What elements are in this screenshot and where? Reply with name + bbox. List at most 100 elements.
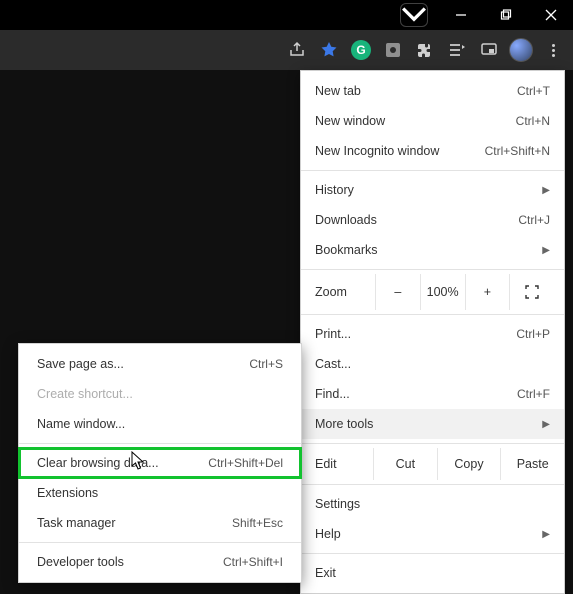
tab-dropdown-button[interactable] (400, 3, 428, 27)
menu-label: Cast... (315, 357, 550, 371)
zoom-label: Zoom (315, 285, 375, 299)
chevron-right-icon: ▶ (540, 245, 550, 256)
menu-label: History (315, 183, 532, 197)
chevron-down-icon (401, 2, 427, 28)
menu-separator (301, 170, 564, 171)
menu-label: Print... (315, 327, 516, 341)
menu-cast[interactable]: Cast... (301, 349, 564, 379)
submenu-label: Clear browsing data... (37, 456, 208, 470)
submenu-label: Create shortcut... (37, 387, 283, 401)
menu-new-window[interactable]: New window Ctrl+N (301, 106, 564, 136)
submenu-developer-tools[interactable]: Developer tools Ctrl+Shift+I (19, 547, 301, 577)
close-icon (545, 9, 557, 21)
share-icon[interactable] (283, 36, 311, 64)
chevron-right-icon: ▶ (540, 529, 550, 540)
menu-shortcut: Ctrl+Shift+N (485, 144, 550, 158)
submenu-label: Extensions (37, 486, 283, 500)
submenu-clear-browsing-data[interactable]: Clear browsing data... Ctrl+Shift+Del (19, 448, 301, 478)
extensions-puzzle-icon[interactable] (411, 36, 439, 64)
submenu-shortcut: Ctrl+Shift+Del (208, 456, 283, 470)
bookmark-star-icon[interactable] (315, 36, 343, 64)
reading-list-icon[interactable] (443, 36, 471, 64)
maximize-button[interactable] (483, 0, 528, 30)
menu-new-incognito[interactable]: New Incognito window Ctrl+Shift+N (301, 136, 564, 166)
maximize-icon (500, 9, 512, 21)
browser-toolbar: G (0, 30, 573, 70)
menu-kebab-icon[interactable] (539, 36, 567, 64)
grammarly-icon[interactable]: G (347, 36, 375, 64)
edit-label: Edit (301, 448, 373, 480)
submenu-label: Save page as... (37, 357, 249, 371)
plus-text: + (484, 285, 491, 299)
menu-shortcut: Ctrl+F (517, 387, 550, 401)
menu-separator (301, 314, 564, 315)
submenu-save-page[interactable]: Save page as... Ctrl+S (19, 349, 301, 379)
menu-shortcut: Ctrl+P (516, 327, 550, 341)
menu-downloads[interactable]: Downloads Ctrl+J (301, 205, 564, 235)
menu-separator (19, 542, 301, 543)
fullscreen-icon (525, 285, 539, 299)
menu-new-tab[interactable]: New tab Ctrl+T (301, 76, 564, 106)
submenu-label: Task manager (37, 516, 232, 530)
menu-label: Settings (315, 497, 550, 511)
menu-edit-row: Edit Cut Copy Paste (301, 448, 564, 480)
menu-shortcut: Ctrl+N (516, 114, 550, 128)
menu-label: New Incognito window (315, 144, 485, 158)
submenu-extensions[interactable]: Extensions (19, 478, 301, 508)
zoom-out-button[interactable]: – (375, 274, 420, 310)
menu-shortcut: Ctrl+J (518, 213, 550, 227)
menu-label: More tools (315, 417, 532, 431)
menu-separator (301, 269, 564, 270)
menu-find[interactable]: Find... Ctrl+F (301, 379, 564, 409)
submenu-name-window[interactable]: Name window... (19, 409, 301, 439)
minimize-icon (455, 9, 467, 21)
profile-avatar[interactable] (507, 36, 535, 64)
menu-label: Downloads (315, 213, 518, 227)
menu-help[interactable]: Help ▶ (301, 519, 564, 549)
cut-button[interactable]: Cut (373, 448, 437, 480)
fullscreen-button[interactable] (509, 274, 554, 310)
menu-separator (301, 553, 564, 554)
menu-more-tools[interactable]: More tools ▶ (301, 409, 564, 439)
chevron-right-icon: ▶ (540, 185, 550, 196)
cast-icon[interactable] (475, 36, 503, 64)
copy-text: Copy (454, 457, 483, 471)
window-controls (438, 0, 573, 30)
menu-exit[interactable]: Exit (301, 558, 564, 588)
submenu-shortcut: Ctrl+Shift+I (223, 555, 283, 569)
copy-button[interactable]: Copy (437, 448, 501, 480)
zoom-value-text: 100% (427, 285, 459, 299)
minus-text: – (394, 285, 401, 299)
submenu-label: Name window... (37, 417, 283, 431)
menu-label: Help (315, 527, 532, 541)
cut-text: Cut (396, 457, 415, 471)
menu-label: New window (315, 114, 516, 128)
menu-separator (301, 443, 564, 444)
menu-settings[interactable]: Settings (301, 489, 564, 519)
menu-label: Bookmarks (315, 243, 532, 257)
menu-label: New tab (315, 84, 517, 98)
close-button[interactable] (528, 0, 573, 30)
chrome-main-menu: New tab Ctrl+T New window Ctrl+N New Inc… (300, 70, 565, 594)
menu-label: Exit (315, 566, 550, 580)
submenu-create-shortcut: Create shortcut... (19, 379, 301, 409)
zoom-in-button[interactable]: + (465, 274, 510, 310)
minimize-button[interactable] (438, 0, 483, 30)
submenu-shortcut: Shift+Esc (232, 516, 283, 530)
paste-button[interactable]: Paste (500, 448, 564, 480)
capture-icon[interactable] (379, 36, 407, 64)
menu-separator (19, 443, 301, 444)
submenu-task-manager[interactable]: Task manager Shift+Esc (19, 508, 301, 538)
menu-zoom-row: Zoom – 100% + (301, 274, 564, 310)
menu-bookmarks[interactable]: Bookmarks ▶ (301, 235, 564, 265)
zoom-value: 100% (420, 274, 465, 310)
more-tools-submenu: Save page as... Ctrl+S Create shortcut..… (18, 343, 302, 583)
menu-separator (301, 484, 564, 485)
menu-history[interactable]: History ▶ (301, 175, 564, 205)
submenu-label: Developer tools (37, 555, 223, 569)
submenu-shortcut: Ctrl+S (249, 357, 283, 371)
menu-label: Find... (315, 387, 517, 401)
paste-text: Paste (517, 457, 549, 471)
menu-shortcut: Ctrl+T (517, 84, 550, 98)
menu-print[interactable]: Print... Ctrl+P (301, 319, 564, 349)
